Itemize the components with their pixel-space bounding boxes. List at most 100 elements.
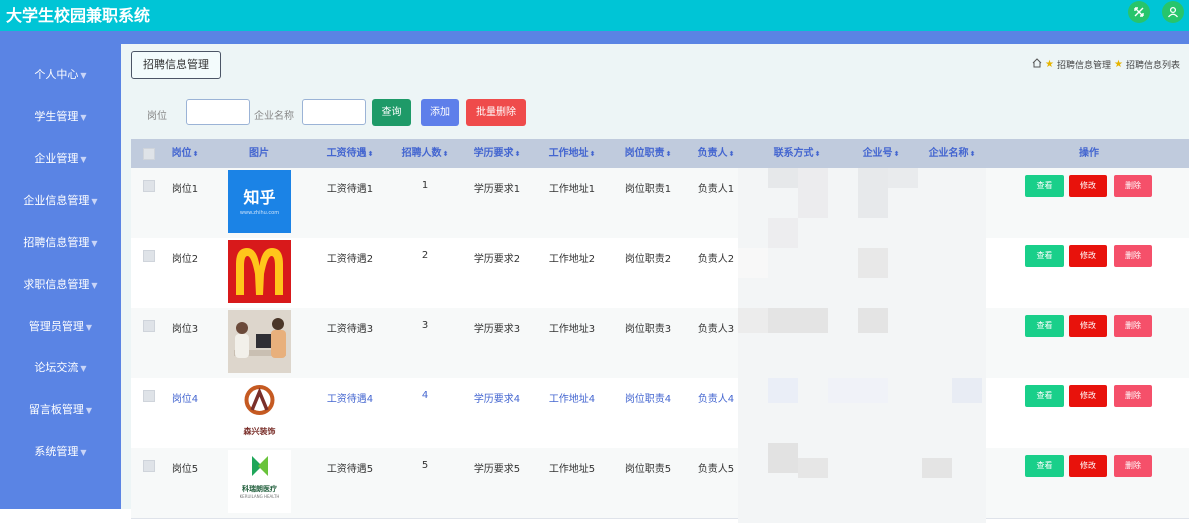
view-button[interactable]: 查看 — [1025, 455, 1064, 477]
row-checkbox[interactable] — [143, 460, 155, 472]
star-icon: ★ — [1114, 59, 1123, 70]
sort-icon: ⬍ — [665, 150, 672, 158]
cell-salary: 工资待遇1 — [326, 184, 374, 195]
cell-address: 工作地址3 — [548, 324, 596, 335]
user-avatar-icon[interactable] — [1162, 1, 1184, 23]
column-header[interactable]: 工资待遇⬍ — [323, 139, 377, 168]
cell-count: 3 — [421, 320, 429, 331]
main-content: 招聘信息管理 ★ 招聘信息管理 ★ 招聘信息列表 岗位 企业名称 查询 添加 批… — [121, 44, 1189, 523]
sidebar-item-personal-center[interactable]: 个人中心 ▼ — [0, 65, 121, 85]
cell-owner: 负责人2 — [697, 254, 735, 265]
column-header: 图片 — [249, 148, 269, 159]
cell-education: 学历要求3 — [473, 324, 521, 335]
delete-button[interactable]: 删除 — [1114, 245, 1152, 267]
cell-education: 学历要求1 — [473, 184, 521, 195]
view-button[interactable]: 查看 — [1025, 245, 1064, 267]
app-title: 大学生校园兼职系统 — [6, 6, 151, 25]
column-header[interactable]: 岗位职责⬍ — [620, 139, 676, 168]
cell-post: 岗位2 — [171, 254, 199, 265]
chevron-down-icon: ▼ — [91, 239, 98, 248]
sidebar-item-message-board[interactable]: 留言板管理 ▼ — [0, 400, 121, 420]
column-header[interactable]: 学历要求⬍ — [469, 139, 525, 168]
cell-owner: 负责人5 — [697, 464, 735, 475]
view-button[interactable]: 查看 — [1025, 315, 1064, 337]
breadcrumb: ★ 招聘信息管理 ★ 招聘信息列表 — [1032, 58, 1180, 71]
chevron-down-icon: ▼ — [91, 197, 98, 206]
star-icon: ★ — [1045, 59, 1054, 70]
cell-education: 学历要求5 — [473, 464, 521, 475]
column-header[interactable]: 岗位⬍ — [165, 139, 205, 168]
cell-address: 工作地址1 — [548, 184, 596, 195]
cell-count: 4 — [421, 390, 429, 401]
edit-button[interactable]: 修改 — [1069, 245, 1107, 267]
edit-button[interactable]: 修改 — [1069, 315, 1107, 337]
delete-button[interactable]: 删除 — [1114, 385, 1152, 407]
sort-icon: ⬍ — [192, 150, 199, 158]
cell-post: 岗位1 — [171, 184, 199, 195]
cell-education: 学历要求2 — [473, 254, 521, 265]
sort-icon: ⬍ — [442, 150, 449, 158]
column-header[interactable]: 招聘人数⬍ — [397, 139, 453, 168]
add-button[interactable]: 添加 — [421, 99, 459, 126]
view-button[interactable]: 查看 — [1025, 175, 1064, 197]
cell-duty: 岗位职责1 — [624, 184, 672, 195]
cell-salary: 工资待遇2 — [326, 254, 374, 265]
batch-delete-button[interactable]: 批量删除 — [466, 99, 526, 126]
health-logo: 科瑞朗医疗 KERUILANG HEALTH — [228, 450, 291, 513]
chevron-down-icon: ▼ — [80, 448, 87, 457]
delete-button[interactable]: 删除 — [1114, 455, 1152, 477]
row-checkbox[interactable] — [143, 250, 155, 262]
query-button[interactable]: 查询 — [372, 99, 411, 126]
row-checkbox[interactable] — [143, 320, 155, 332]
cell-salary: 工资待遇4 — [326, 394, 374, 405]
position-label: 岗位 — [147, 111, 167, 122]
delete-button[interactable]: 删除 — [1114, 315, 1152, 337]
breadcrumb-level2: 招聘信息列表 — [1125, 61, 1180, 71]
company-name-search-input[interactable] — [302, 99, 366, 125]
cell-count: 2 — [421, 250, 429, 261]
sidebar-item-system[interactable]: 系统管理 ▼ — [0, 442, 121, 462]
sort-icon: ⬍ — [728, 150, 735, 158]
page-tag[interactable]: 招聘信息管理 — [131, 51, 221, 79]
cell-salary: 工资待遇3 — [326, 324, 374, 335]
sidebar: 个人中心 ▼ 学生管理 ▼ 企业管理 ▼ 企业信息管理 ▼ 招聘信息管理 ▼ 求职信息管理… — [0, 44, 121, 509]
logo-subtext: KERUILANG HEALTH — [239, 494, 280, 499]
sidebar-item-recruitment[interactable]: 招聘信息管理 ▼ — [0, 233, 121, 253]
table-row: 岗位3 工资待遇3 3 学历要求3 工作地址3 岗位职责3 负责人3 查看 修改 — [131, 308, 1189, 379]
column-header[interactable]: 企业号⬍ — [859, 139, 903, 168]
table-row: 岗位4 森兴装饰 工资待遇4 4 学历要求4 工作地址4 岗位职责4 负责人4 … — [131, 378, 1189, 449]
column-header[interactable]: 工作地址⬍ — [544, 139, 600, 168]
header-accent-strip — [0, 31, 1189, 44]
sort-icon: ⬍ — [814, 150, 821, 158]
edit-button[interactable]: 修改 — [1069, 455, 1107, 477]
edit-button[interactable]: 修改 — [1069, 385, 1107, 407]
row-checkbox[interactable] — [143, 390, 155, 402]
delete-button[interactable]: 删除 — [1114, 175, 1152, 197]
column-header[interactable]: 企业名称⬍ — [924, 139, 980, 168]
home-icon[interactable] — [1032, 58, 1042, 71]
sort-icon: ⬍ — [367, 150, 374, 158]
sidebar-item-job-seeking[interactable]: 求职信息管理 ▼ — [0, 275, 121, 295]
sidebar-item-forum[interactable]: 论坛交流 ▼ — [0, 358, 121, 378]
top-header: 大学生校园兼职系统 — [0, 0, 1189, 31]
fullscreen-toggle-icon[interactable] — [1128, 1, 1150, 23]
company-name-label: 企业名称 — [254, 111, 294, 122]
cell-duty: 岗位职责2 — [624, 254, 672, 265]
sidebar-item-companies[interactable]: 企业管理 ▼ — [0, 149, 121, 169]
select-all-checkbox[interactable] — [143, 148, 155, 160]
sidebar-item-company-info[interactable]: 企业信息管理 ▼ — [0, 191, 121, 211]
column-header[interactable]: 负责人⬍ — [693, 139, 739, 168]
sidebar-item-students[interactable]: 学生管理 ▼ — [0, 107, 121, 127]
sidebar-item-admins[interactable]: 管理员管理 ▼ — [0, 317, 121, 337]
column-header[interactable]: 联系方式⬍ — [769, 139, 825, 168]
logo-text: 科瑞朗医疗 — [242, 485, 277, 493]
redacted-region — [738, 168, 986, 523]
chevron-down-icon: ▼ — [85, 323, 93, 332]
edit-button[interactable]: 修改 — [1069, 175, 1107, 197]
logo-text: 知乎 — [243, 188, 276, 207]
breadcrumb-level1[interactable]: 招聘信息管理 — [1057, 58, 1111, 71]
row-checkbox[interactable] — [143, 180, 155, 192]
position-search-input[interactable] — [186, 99, 250, 125]
view-button[interactable]: 查看 — [1025, 385, 1064, 407]
cell-post: 岗位4 — [171, 394, 199, 405]
